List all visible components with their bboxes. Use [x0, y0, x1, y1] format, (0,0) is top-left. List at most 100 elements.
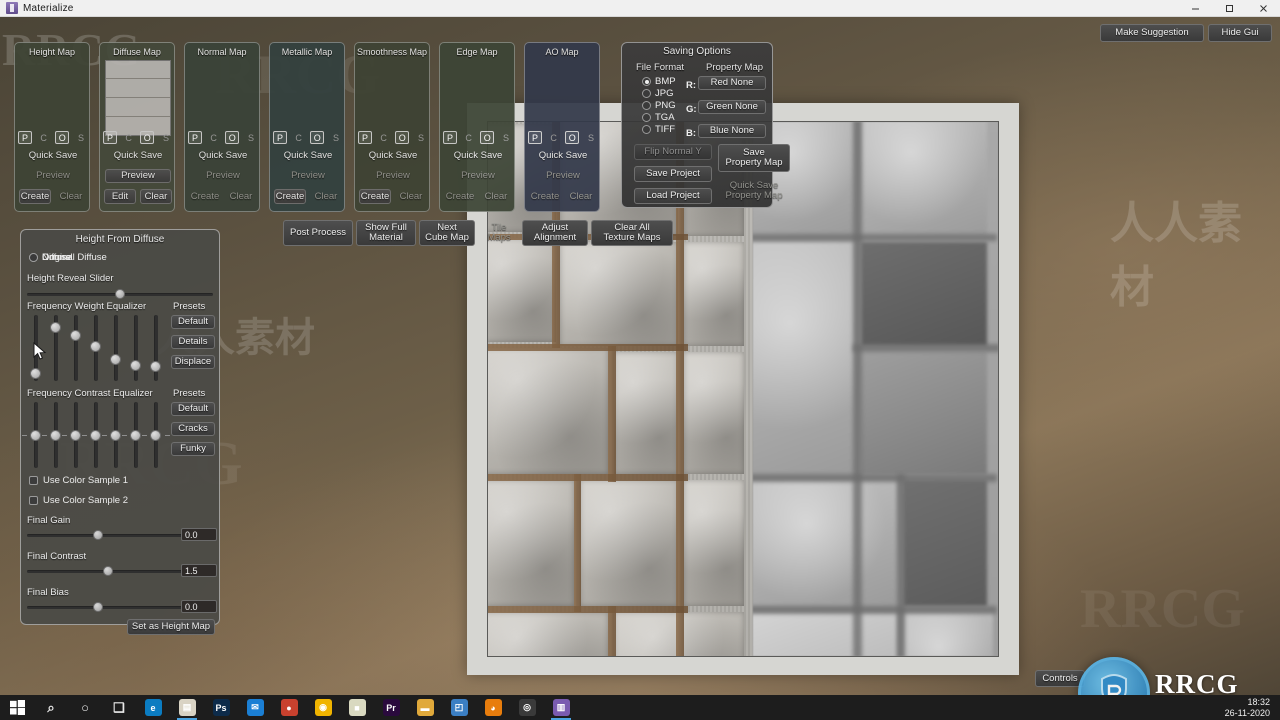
weight-preset-displace[interactable]: Displace	[171, 355, 215, 369]
use-color-sample-2-checkbox[interactable]: Use Color Sample 2	[29, 495, 128, 506]
clear-button[interactable]: Clear	[565, 189, 597, 204]
eq-band-knob[interactable]	[150, 429, 161, 441]
eq-band-knob[interactable]	[70, 330, 81, 342]
preview-button[interactable]: Preview	[105, 169, 171, 183]
pcos-toggle-o[interactable]: O	[480, 131, 495, 144]
create-button[interactable]: Create	[189, 189, 221, 204]
eq-band-knob[interactable]	[130, 360, 141, 372]
eq-band-6[interactable]	[126, 315, 146, 381]
flip-normal-y-button[interactable]: Flip Normal Y	[634, 144, 712, 160]
pcos-toggle-c[interactable]: C	[37, 131, 51, 144]
set-as-height-map-button[interactable]: Set as Height Map	[127, 619, 215, 635]
eq-band-knob[interactable]	[30, 429, 41, 441]
eq-band-5[interactable]	[106, 315, 126, 381]
photos-icon[interactable]: ◰	[442, 695, 476, 720]
format-option-jpg[interactable]: JPG	[642, 88, 673, 99]
create-button[interactable]: Create	[274, 189, 306, 204]
pcos-toggle-s[interactable]: S	[329, 131, 343, 144]
pcos-toggle-o[interactable]: O	[140, 131, 155, 144]
red-channel-dropdown[interactable]: Red None	[698, 76, 766, 90]
slider-knob[interactable]	[115, 289, 125, 299]
make-suggestion-button[interactable]: Make Suggestion	[1100, 24, 1204, 42]
pcos-toggle-p[interactable]: P	[18, 131, 32, 144]
create-button[interactable]: Create	[444, 189, 476, 204]
frequency-contrast-equalizer[interactable]	[22, 402, 170, 468]
final-contrast-slider[interactable]	[27, 565, 183, 577]
format-option-png[interactable]: PNG	[642, 100, 676, 111]
chrome-icon[interactable]: ◉	[306, 695, 340, 720]
pcos-toggle-c[interactable]: C	[122, 131, 136, 144]
quick-save-property-map-button[interactable]: Quick Save Property Map	[718, 178, 790, 204]
slider-knob[interactable]	[92, 530, 103, 540]
folder-icon[interactable]: ▬	[408, 695, 442, 720]
task-view-icon[interactable]: ❑	[102, 695, 136, 720]
contrast-preset-default[interactable]: Default	[171, 402, 215, 416]
create-button[interactable]: Create	[359, 189, 391, 204]
clear-button[interactable]: Clear	[395, 189, 427, 204]
create-button[interactable]: Create	[19, 189, 51, 204]
map-thumbnail[interactable]	[105, 60, 171, 136]
edge-icon[interactable]: e	[136, 695, 170, 720]
clear-button[interactable]: Clear	[480, 189, 512, 204]
green-channel-dropdown[interactable]: Green None	[698, 100, 766, 114]
store-icon[interactable]: ■	[340, 695, 374, 720]
final-contrast-value[interactable]: 1.5	[181, 564, 217, 577]
eq-band-7[interactable]	[146, 315, 166, 381]
use-color-sample-1-checkbox[interactable]: Use Color Sample 1	[29, 475, 128, 486]
pcos-toggle-s[interactable]: S	[414, 131, 428, 144]
height-reveal-slider[interactable]	[27, 288, 213, 300]
clear-button[interactable]: Clear	[310, 189, 342, 204]
clear-button[interactable]: Clear	[225, 189, 257, 204]
substance-icon[interactable]: ●	[272, 695, 306, 720]
search-icon[interactable]: ⌕	[34, 695, 68, 720]
pcos-toggle-p[interactable]: P	[188, 131, 202, 144]
create-button[interactable]: Create	[529, 189, 561, 204]
contrast-preset-cracks[interactable]: Cracks	[171, 422, 215, 436]
preview-button[interactable]: Preview	[445, 169, 511, 183]
eq-band-4[interactable]	[86, 315, 106, 381]
eq-band-knob[interactable]	[50, 321, 61, 333]
controls-button[interactable]: Controls	[1035, 670, 1085, 687]
pcos-toggle-c[interactable]: C	[462, 131, 476, 144]
hide-gui-button[interactable]: Hide Gui	[1208, 24, 1272, 42]
blue-channel-dropdown[interactable]: Blue None	[698, 124, 766, 138]
eq-band-knob[interactable]	[150, 361, 161, 373]
eq-band-knob[interactable]	[90, 429, 101, 441]
final-gain-value[interactable]: 0.0	[181, 528, 217, 541]
save-project-button[interactable]: Save Project	[634, 166, 712, 182]
quick-save-button[interactable]: Quick Save	[20, 149, 86, 163]
toolbar-post-process-button[interactable]: Post Process	[283, 220, 353, 246]
materialize-icon[interactable]: ▥	[544, 695, 578, 720]
frequency-weight-equalizer[interactable]	[26, 315, 166, 381]
pcos-toggle-c[interactable]: C	[377, 131, 391, 144]
final-bias-slider[interactable]	[27, 601, 183, 613]
minimize-button[interactable]	[1178, 0, 1212, 17]
file-explorer-icon[interactable]: ▤	[170, 695, 204, 720]
start-windows-icon[interactable]	[0, 695, 34, 720]
eq-band-knob[interactable]	[30, 367, 41, 379]
save-property-map-button[interactable]: Save Property Map	[718, 144, 790, 172]
mail-icon[interactable]: ✉	[238, 695, 272, 720]
quick-save-button[interactable]: Quick Save	[105, 149, 171, 163]
pcos-toggle-o[interactable]: O	[225, 131, 240, 144]
quick-save-button[interactable]: Quick Save	[190, 149, 256, 163]
eq-band-knob[interactable]	[110, 353, 121, 365]
pcos-toggle-p[interactable]: P	[528, 131, 542, 144]
quick-save-button[interactable]: Quick Save	[275, 149, 341, 163]
weight-preset-details[interactable]: Details	[171, 335, 215, 349]
pcos-toggle-o[interactable]: O	[55, 131, 70, 144]
eq-band-knob[interactable]	[110, 429, 121, 441]
pcos-toggle-s[interactable]: S	[74, 131, 88, 144]
eq-band-3[interactable]	[66, 315, 86, 381]
format-option-tiff[interactable]: TIFF	[642, 124, 675, 135]
slider-knob[interactable]	[102, 566, 113, 576]
preview-button[interactable]: Preview	[360, 169, 426, 183]
eq-band-knob[interactable]	[70, 429, 81, 441]
taskbar-clock[interactable]: 18:32 26-11-2020	[1225, 697, 1276, 719]
pcos-toggle-p[interactable]: P	[273, 131, 287, 144]
quick-save-button[interactable]: Quick Save	[360, 149, 426, 163]
maximize-button[interactable]	[1212, 0, 1246, 17]
eq-band-knob[interactable]	[90, 341, 101, 353]
cortana-icon[interactable]: ○	[68, 695, 102, 720]
eq-band-knob[interactable]	[130, 429, 141, 441]
